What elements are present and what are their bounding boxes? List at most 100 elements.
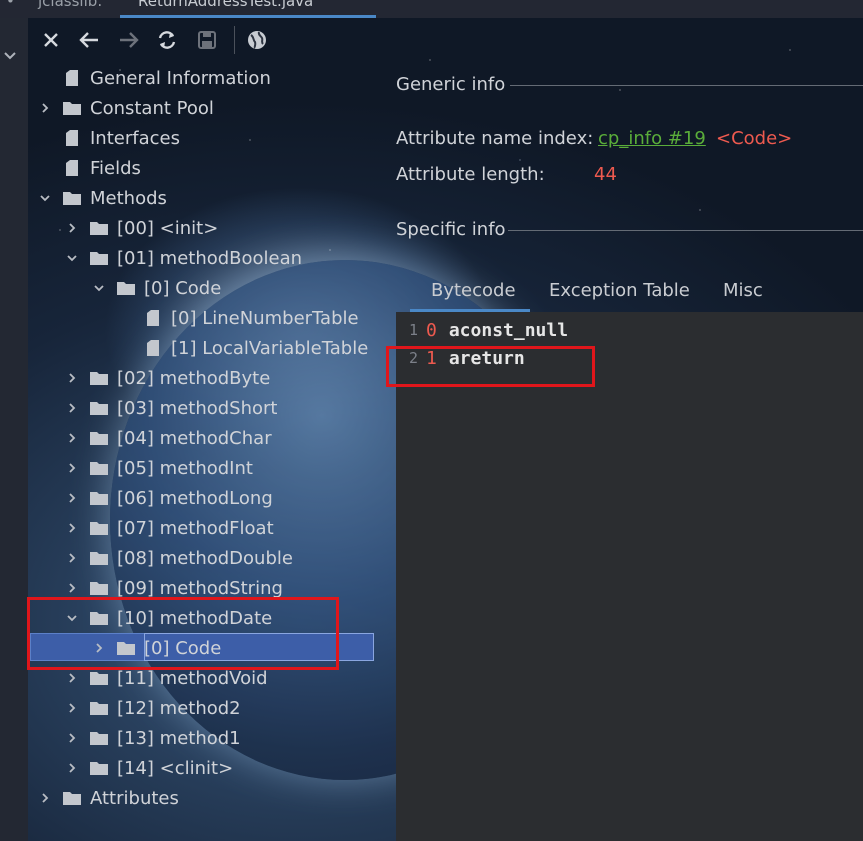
tree-item[interactable]: [14] <clinit> [28, 753, 433, 783]
tree-item-label: [03] methodShort [117, 397, 278, 419]
close-button[interactable] [36, 24, 66, 56]
file-icon [143, 309, 163, 327]
specific-info-divider [508, 230, 863, 231]
chevron-right-icon[interactable] [65, 221, 79, 235]
tab-jclasslib[interactable]: jclasslib: [38, 0, 102, 10]
tree-item[interactable]: [01] methodBoolean [28, 243, 433, 273]
bytecode-instruction: aconst_null [448, 319, 569, 341]
tab-exception-table[interactable]: Exception Table [549, 280, 690, 301]
tab-misc[interactable]: Misc [723, 280, 763, 301]
chevron-right-icon[interactable] [65, 551, 79, 565]
chevron-right-icon[interactable] [38, 791, 52, 805]
tree-item-label: [13] method1 [117, 727, 241, 749]
tree-item[interactable]: [00] <init> [28, 213, 433, 243]
tree-item[interactable]: Interfaces [28, 123, 406, 153]
tree-item-label: [09] methodString [117, 577, 283, 599]
folder-icon [62, 189, 82, 207]
tree-item-label: [1] LocalVariableTable [171, 337, 369, 359]
tree-item-label: Methods [90, 187, 167, 209]
folder-icon [89, 429, 109, 447]
tree-item-label: Fields [90, 157, 141, 179]
tree-item[interactable]: General Information [28, 63, 406, 93]
tree-item-label: [07] methodFloat [117, 517, 274, 539]
tree-item[interactable]: Methods [28, 183, 406, 213]
generic-info-divider [510, 85, 863, 86]
save-icon [198, 31, 216, 49]
globe-icon [248, 31, 266, 49]
toolbar-separator [234, 26, 235, 54]
tree-item-label: [05] methodInt [117, 457, 253, 479]
save-button[interactable] [192, 24, 222, 56]
chevron-down-icon[interactable] [65, 251, 79, 265]
bytecode-view[interactable]: 1 0 aconst_null 2 1 areturn [396, 312, 863, 841]
bytecode-offset: 0 [426, 319, 437, 341]
tree-item[interactable]: [03] methodShort [28, 393, 433, 423]
tree-item[interactable]: [07] methodFloat [28, 513, 433, 543]
attribute-name-index-label: Attribute name index: [396, 128, 594, 149]
tree-item[interactable]: [13] method1 [28, 723, 433, 753]
folder-icon [89, 579, 109, 597]
back-button[interactable] [74, 24, 104, 56]
browser-button[interactable] [242, 24, 272, 56]
file-icon [143, 339, 163, 357]
folder-icon [89, 699, 109, 717]
folder-icon [89, 519, 109, 537]
chevron-right-icon[interactable] [65, 701, 79, 715]
tree-item[interactable]: [12] method2 [28, 693, 433, 723]
chevron-down-icon[interactable] [3, 48, 17, 66]
folder-icon [62, 789, 82, 807]
editor-tab-bar: • jclasslib: ReturnAddressTest.java [0, 0, 863, 18]
highlight-box-areturn [386, 346, 595, 387]
tree-item[interactable]: [06] methodLong [28, 483, 433, 513]
chevron-right-icon[interactable] [65, 491, 79, 505]
file-icon [62, 159, 82, 177]
attribute-detail-panel: Generic info Attribute name index: cp_in… [396, 64, 863, 841]
cp-info-link[interactable]: cp_info #19 [598, 128, 706, 149]
chevron-right-icon[interactable] [38, 101, 52, 115]
tree-item-label: [14] <clinit> [117, 757, 234, 779]
chevron-right-icon[interactable] [65, 401, 79, 415]
chevron-placeholder [119, 341, 133, 355]
bytecode-line: 1 0 aconst_null [396, 316, 568, 344]
folder-icon [89, 459, 109, 477]
chevron-down-icon[interactable] [92, 281, 106, 295]
tree-item[interactable]: [05] methodInt [28, 453, 433, 483]
folder-icon [89, 219, 109, 237]
chevron-right-icon[interactable] [65, 431, 79, 445]
tab-dot: • [6, 0, 15, 10]
chevron-right-icon[interactable] [65, 581, 79, 595]
tree-item-label: [0] LineNumberTable [171, 307, 359, 329]
chevron-right-icon[interactable] [65, 461, 79, 475]
folder-icon [89, 369, 109, 387]
tree-item[interactable]: [02] methodByte [28, 363, 433, 393]
tree-item-label: [00] <init> [117, 217, 219, 239]
folder-icon [62, 99, 82, 117]
folder-icon [116, 279, 136, 297]
folder-icon [89, 759, 109, 777]
chevron-right-icon[interactable] [65, 671, 79, 685]
tree-item[interactable]: Fields [28, 153, 406, 183]
class-structure-tree: General Information Constant Pool Interfac… [28, 64, 396, 841]
tab-return-address-test[interactable]: ReturnAddressTest.java [138, 0, 313, 10]
line-number: 1 [408, 321, 418, 339]
folder-icon [89, 669, 109, 687]
arrow-left-icon [79, 32, 98, 48]
chevron-right-icon[interactable] [65, 371, 79, 385]
forward-button[interactable] [114, 24, 144, 56]
tab-bytecode[interactable]: Bytecode [431, 280, 516, 301]
folder-icon [89, 399, 109, 417]
tree-item-label: Interfaces [90, 127, 180, 149]
chevron-down-icon[interactable] [38, 191, 52, 205]
highlight-box-method-date [27, 597, 339, 670]
tree-item[interactable]: [04] methodChar [28, 423, 433, 453]
chevron-right-icon[interactable] [65, 521, 79, 535]
tree-item-label: Constant Pool [90, 97, 214, 119]
tree-item[interactable]: Constant Pool [28, 93, 406, 123]
refresh-button[interactable] [152, 24, 182, 56]
tree-item-label: [06] methodLong [117, 487, 273, 509]
tree-item[interactable]: Attributes [28, 783, 406, 813]
chevron-right-icon[interactable] [65, 731, 79, 745]
tree-item-label: [12] method2 [117, 697, 241, 719]
chevron-right-icon[interactable] [65, 761, 79, 775]
tree-item[interactable]: [08] methodDouble [28, 543, 433, 573]
